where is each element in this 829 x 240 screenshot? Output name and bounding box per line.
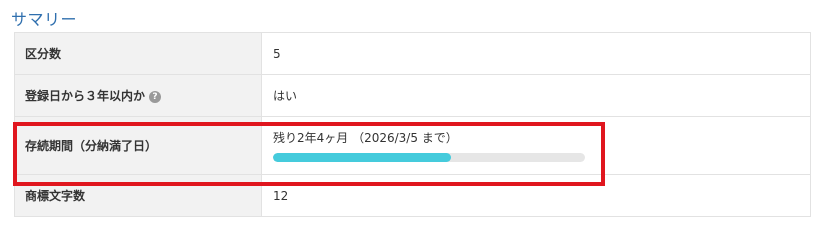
row-value: 5 <box>261 32 811 75</box>
progress-bar-fill <box>273 153 451 162</box>
remaining-period-progress-bar <box>273 153 585 162</box>
table-row: 区分数 5 <box>14 32 811 75</box>
row-label-cell: 登録日から３年以内か? <box>14 74 262 117</box>
question-circle-icon[interactable]: ? <box>149 91 162 103</box>
section-title: サマリー <box>11 10 78 29</box>
table-row: 商標文字数 12 <box>14 174 811 217</box>
remaining-period-text: 残り2年4ヶ月 （2026/3/5 まで） <box>273 131 458 145</box>
row-value: はい <box>261 74 811 117</box>
table-row: 存続期間（分納満了日） 残り2年4ヶ月 （2026/3/5 まで） <box>14 116 811 175</box>
table-row: 登録日から３年以内か? はい <box>14 74 811 117</box>
row-label: 区分数 <box>14 32 262 75</box>
row-label: 存続期間（分納満了日） <box>14 116 262 175</box>
summary-table: 区分数 5 登録日から３年以内か? はい 存続期間（分納満了日） 残り2年4ヶ月… <box>14 32 811 217</box>
row-value-cell: 残り2年4ヶ月 （2026/3/5 まで） <box>261 116 811 175</box>
row-label: 登録日から３年以内か <box>25 89 146 103</box>
row-label: 商標文字数 <box>14 174 262 217</box>
row-value: 12 <box>261 174 811 217</box>
